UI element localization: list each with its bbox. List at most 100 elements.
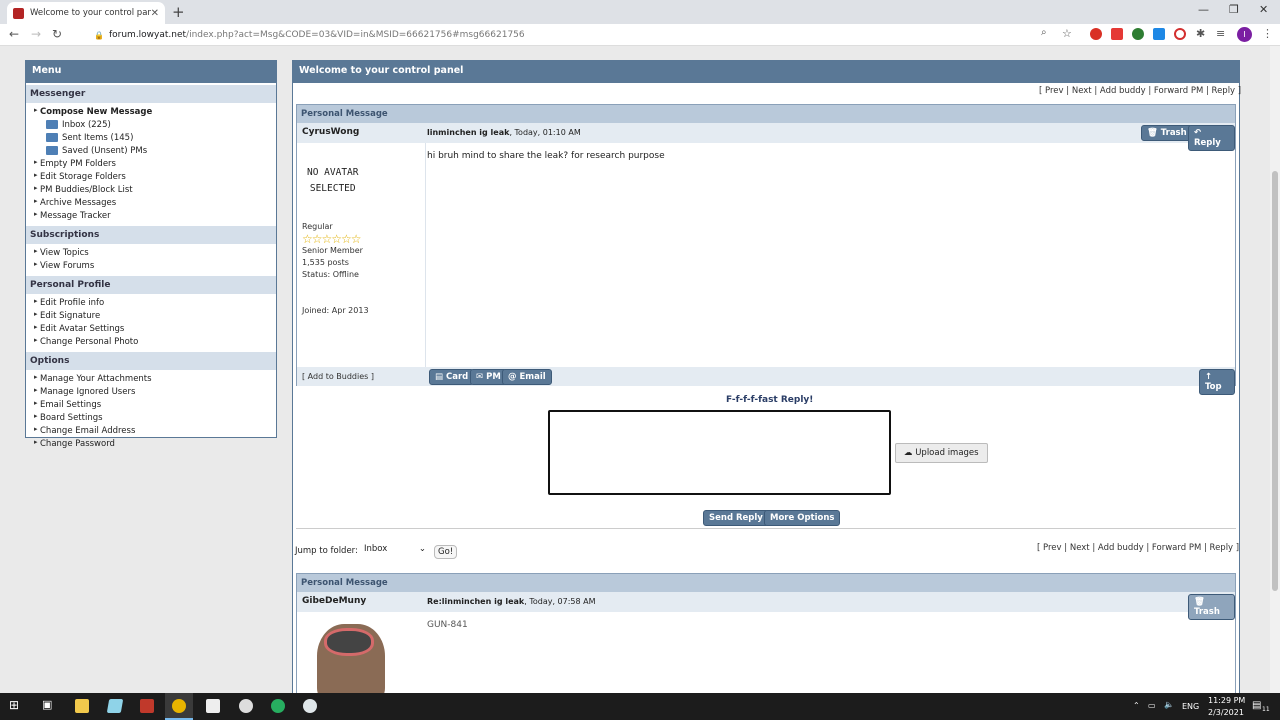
email-button[interactable]: @ Email xyxy=(502,369,552,385)
fast-reply-label: F-f-f-f-fast Reply! xyxy=(726,395,814,405)
upload-images-button[interactable]: ☁ Upload images xyxy=(895,443,988,463)
pm-author[interactable]: GibeDeMuny xyxy=(302,596,366,606)
menu-item-edit-profile[interactable]: Edit Profile info xyxy=(30,296,272,309)
folder-icon xyxy=(46,120,58,129)
close-tab-icon[interactable]: ✕ xyxy=(151,8,159,19)
menu-item-archive-messages[interactable]: Archive Messages xyxy=(30,196,272,209)
start-windows-icon[interactable]: ⊞ xyxy=(9,698,19,712)
menu-item-pm-buddies[interactable]: PM Buddies/Block List xyxy=(30,183,272,196)
extension-red-circle-icon[interactable] xyxy=(1174,28,1186,40)
menu-item-empty-pm-folders[interactable]: Empty PM Folders xyxy=(30,157,272,170)
pm-author[interactable]: CyrusWong xyxy=(302,127,359,137)
extension-blue-icon[interactable] xyxy=(1153,28,1165,40)
extension-adblock-icon[interactable] xyxy=(1090,28,1102,40)
menu-section-profile: Personal Profile xyxy=(26,276,276,294)
page-scrollbar[interactable] xyxy=(1270,46,1280,693)
app-green-icon[interactable] xyxy=(271,699,285,713)
browser-tab[interactable]: Welcome to your control panel ✕ xyxy=(7,2,165,24)
menu-item-view-forums[interactable]: View Forums xyxy=(30,259,272,272)
menu-item-view-topics[interactable]: View Topics xyxy=(30,246,272,259)
network-icon[interactable]: ▭ xyxy=(1148,701,1156,710)
pm-meta-row: GibeDeMuny Re:linminchen ig leak, Today,… xyxy=(297,592,1235,620)
back-icon[interactable]: ← xyxy=(9,27,19,41)
profile-avatar[interactable]: I xyxy=(1237,27,1252,42)
avatar-goggles xyxy=(324,628,374,656)
no-avatar-placeholder: NO AVATAR SELECTED xyxy=(307,167,359,194)
folder-inbox[interactable]: Inbox (225) xyxy=(30,118,272,131)
app-mask-icon[interactable] xyxy=(239,699,253,713)
menu-item-ignored-users[interactable]: Manage Ignored Users xyxy=(30,385,272,398)
reload-icon[interactable]: ↻ xyxy=(52,27,62,41)
go-button[interactable]: Go! xyxy=(434,545,458,559)
menu-section-subscriptions: Subscriptions xyxy=(26,226,276,244)
extension-green-icon[interactable] xyxy=(1132,28,1144,40)
bookmark-star-icon[interactable]: ☆ xyxy=(1062,27,1072,40)
lock-icon: 🔒 xyxy=(94,30,104,40)
menu-item-edit-storage-folders[interactable]: Edit Storage Folders xyxy=(30,170,272,183)
menu-item-attachments[interactable]: Manage Your Attachments xyxy=(30,372,272,385)
folder-saved[interactable]: Saved (Unsent) PMs xyxy=(30,144,272,157)
card-button[interactable]: ▤ Card xyxy=(429,369,475,385)
menu-item-change-photo[interactable]: Change Personal Photo xyxy=(30,335,272,348)
pm-subject: linminchen ig leak xyxy=(427,128,510,137)
clapperboard-icon[interactable] xyxy=(206,699,220,713)
menu-item-email-settings[interactable]: Email Settings xyxy=(30,398,272,411)
menu-item-message-tracker[interactable]: Message Tracker xyxy=(30,209,272,222)
new-tab-icon[interactable]: + xyxy=(172,3,185,21)
tray-chevron-up-icon[interactable]: ⌃ xyxy=(1133,701,1140,710)
rank-stars-icon: ☆☆☆☆☆☆ xyxy=(302,232,362,246)
browser-menu-icon[interactable]: ⋮ xyxy=(1262,27,1273,40)
personal-message-2: Personal Message GibeDeMuny Re:linminche… xyxy=(296,573,1236,693)
app-red-icon[interactable] xyxy=(140,699,154,713)
more-options-button[interactable]: More Options xyxy=(764,510,841,526)
jump-to-folder-label: Jump to folder: xyxy=(295,546,358,556)
pm-header: Personal Message xyxy=(297,574,1235,592)
zoom-icon[interactable]: ⌕ xyxy=(1041,27,1047,38)
task-view-icon[interactable]: ▣ xyxy=(42,698,52,711)
compose-new-message-link[interactable]: Compose New Message xyxy=(30,105,272,118)
volume-icon[interactable]: 🔈 xyxy=(1164,700,1174,709)
trash-button[interactable]: 🗑 Trash xyxy=(1141,125,1193,141)
fast-reply-textarea[interactable] xyxy=(548,410,891,495)
menu-item-board-settings[interactable]: Board Settings xyxy=(30,411,272,424)
forward-icon[interactable]: → xyxy=(31,27,41,41)
member-group: Senior Member xyxy=(302,246,363,255)
reading-list-icon[interactable]: ≡ xyxy=(1216,27,1225,40)
send-reply-button[interactable]: Send Reply xyxy=(703,510,769,526)
restore-icon[interactable]: ❐ xyxy=(1229,3,1239,16)
chevron-down-icon: ⌄ xyxy=(418,544,426,554)
pm-subject: Re:linminchen ig leak xyxy=(427,597,525,606)
clock-time[interactable]: 11:29 PM xyxy=(1208,696,1245,705)
close-window-icon[interactable]: ✕ xyxy=(1259,3,1268,16)
menu-title: Menu xyxy=(26,61,276,83)
file-explorer-icon[interactable] xyxy=(75,699,89,713)
minimize-icon[interactable]: — xyxy=(1198,3,1209,16)
folder-select[interactable]: Inbox ⌄ xyxy=(364,544,428,559)
add-to-buddies-link[interactable]: [ Add to Buddies ] xyxy=(302,372,374,381)
address-bar[interactable]: 🔒 forum.lowyat.net /index.php?act=Msg&CO… xyxy=(80,26,1080,44)
pm-time: , Today, 07:58 AM xyxy=(524,597,596,606)
app-globe-icon[interactable] xyxy=(303,699,317,713)
pm-nav-links-top[interactable]: [ Prev | Next | Add buddy | Forward PM |… xyxy=(1039,86,1241,96)
menu-item-edit-signature[interactable]: Edit Signature xyxy=(30,309,272,322)
pm-meta-row: CyrusWong linminchen ig leak, Today, 01:… xyxy=(297,123,1235,151)
chrome-taskbar-button[interactable] xyxy=(165,693,193,720)
folder-sent[interactable]: Sent Items (145) xyxy=(30,131,272,144)
trash-button[interactable]: 🗑 Trash xyxy=(1188,594,1235,620)
extensions-puzzle-icon[interactable]: ✱ xyxy=(1196,27,1205,40)
clock-date[interactable]: 2/3/2021 xyxy=(1208,708,1244,717)
pm-subject-line: linminchen ig leak, Today, 01:10 AM xyxy=(427,128,581,137)
menu-item-change-password[interactable]: Change Password xyxy=(30,437,272,450)
language-indicator[interactable]: ENG xyxy=(1182,702,1199,711)
notification-icon[interactable]: ▤ xyxy=(1252,700,1261,711)
scrollbar-thumb[interactable] xyxy=(1272,171,1278,591)
reply-button[interactable]: ↶ Reply xyxy=(1188,125,1235,151)
pm-nav-links-bottom[interactable]: [ Prev | Next | Add buddy | Forward PM |… xyxy=(1037,543,1239,553)
notepad-icon[interactable] xyxy=(106,699,124,713)
extension-youtube-icon[interactable] xyxy=(1111,28,1123,40)
menu-item-change-email[interactable]: Change Email Address xyxy=(30,424,272,437)
browser-toolbar: ← → ↻ 🔒 forum.lowyat.net /index.php?act=… xyxy=(0,24,1280,46)
top-button[interactable]: ↑ Top xyxy=(1199,369,1235,395)
menu-item-edit-avatar[interactable]: Edit Avatar Settings xyxy=(30,322,272,335)
pm-time: , Today, 01:10 AM xyxy=(509,128,581,137)
